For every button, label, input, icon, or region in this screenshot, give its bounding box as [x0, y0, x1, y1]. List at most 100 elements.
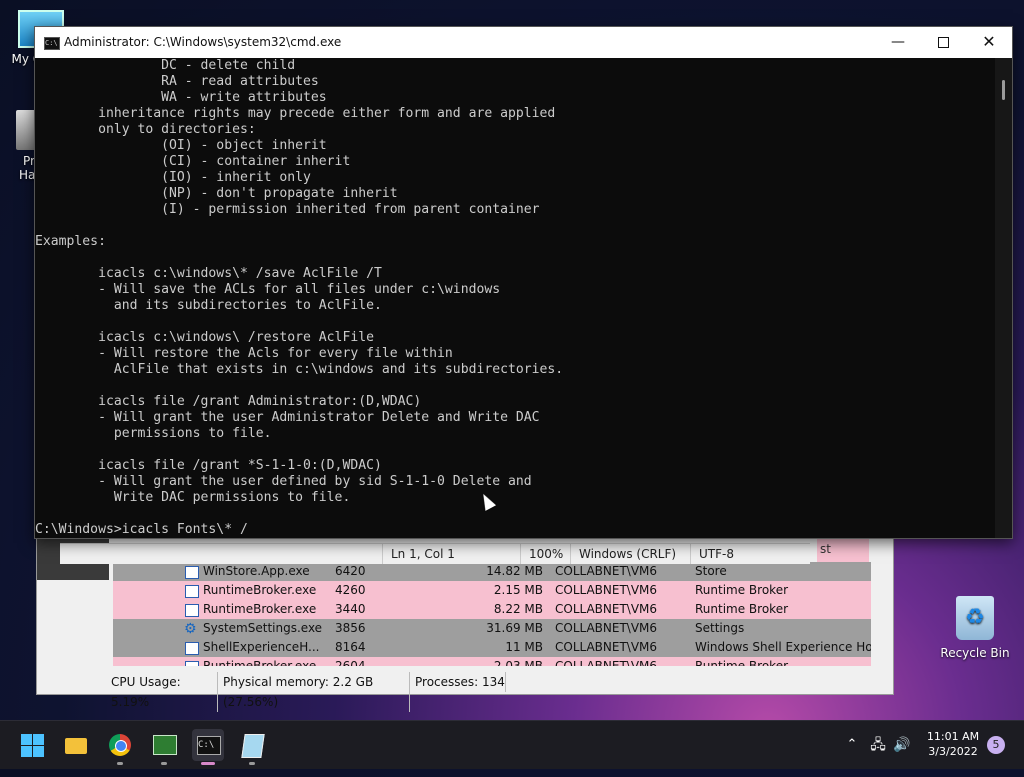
recycle-bin-desktop-icon[interactable]: ♻ Recycle Bin: [938, 596, 1012, 660]
command-prompt-title-bar[interactable]: C:\ Administrator: C:\Windows\system32\c…: [35, 27, 1012, 58]
clock-date: 3/3/2022: [928, 745, 978, 758]
process-memory: 14.82 MB: [486, 564, 543, 578]
process-pid: 3856: [335, 621, 366, 635]
process-window-icon: [185, 585, 199, 598]
taskbar-command-prompt[interactable]: C:\: [192, 729, 224, 765]
process-row[interactable]: ShellExperienceH... 8164 11 MB COLLABNET\VM…: [113, 638, 871, 657]
task-manager-icon: [153, 735, 177, 755]
clock[interactable]: 11:01 AM 3/3/2022: [920, 729, 986, 777]
process-name: SystemSettings.exe: [203, 621, 323, 635]
console-output[interactable]: DC - delete child RA - read attributes W…: [35, 58, 995, 538]
window-title: Administrator: C:\Windows\system32\cmd.e…: [64, 35, 342, 49]
start-icon-pane: [21, 746, 32, 757]
process-memory: 8.22 MB: [493, 602, 543, 616]
console-scrollbar[interactable]: [995, 58, 1012, 538]
maximize-button[interactable]: [920, 27, 966, 58]
notification-badge[interactable]: 5: [987, 736, 1005, 754]
process-user: COLLABNET\VM6: [555, 621, 658, 635]
process-window-icon: [185, 661, 199, 666]
command-prompt-icon: C:\: [44, 37, 60, 50]
process-description: Store: [695, 564, 727, 578]
console-line: (OI) - object inherit: [35, 138, 327, 153]
console-text: DC - delete child RA - read attributes W…: [35, 58, 995, 538]
zoom-status: 100%: [520, 544, 563, 564]
notepad-status-bar: Ln 1, Col 1 100% Windows (CRLF) UTF-8: [60, 543, 810, 564]
recycle-bin-label: Recycle Bin: [940, 646, 1010, 660]
process-description: Settings: [695, 621, 745, 635]
chrome-icon: [109, 734, 131, 756]
process-pid: 6420: [335, 564, 366, 578]
volume-icon[interactable]: 🔊: [892, 721, 912, 769]
process-name: RuntimeBroker.exe: [203, 602, 317, 616]
process-name: RuntimeBroker.exe: [203, 583, 317, 597]
active-indicator: [201, 762, 215, 765]
process-description: Runtime Broker: [695, 583, 789, 597]
console-line: inheritance rights may precede either fo…: [35, 106, 556, 121]
running-indicator: [249, 762, 255, 765]
process-name: WinStore.App.exe: [203, 564, 310, 578]
file-explorer-icon: [65, 738, 87, 754]
physical-memory-status: Physical memory: 2.2 GB (27.56%): [221, 672, 410, 712]
running-indicator: [161, 762, 167, 765]
console-line: (IO) - inherit only: [35, 170, 311, 185]
process-memory: 31.69 MB: [486, 621, 543, 635]
console-line: (I) - permission inherited from parent c…: [35, 202, 540, 217]
console-line: - Will save the ACLs for all files under…: [35, 282, 501, 297]
process-user: COLLABNET\VM6: [555, 583, 658, 597]
process-description: Runtime Broker: [695, 659, 789, 666]
console-line: - Will grant the user Administrator Dele…: [35, 410, 540, 425]
process-row[interactable]: RuntimeBroker.exe 2604 2.03 MB COLLABNET\VM…: [113, 657, 871, 666]
process-memory: 2.15 MB: [493, 583, 543, 597]
command-prompt-window[interactable]: C:\ Administrator: C:\Windows\system32\c…: [34, 26, 1013, 539]
taskbar: C:\ ⌃ 🖧 🔊 11:01 AM 3/3/2022 5: [0, 720, 1024, 769]
start-button[interactable]: [16, 729, 48, 761]
process-pid: 8164: [335, 640, 366, 654]
console-line: icacls file /grant Administrator:(D,WDAC…: [35, 394, 422, 409]
taskbar-file-explorer[interactable]: [60, 729, 92, 761]
process-row[interactable]: RuntimeBroker.exe 4260 2.15 MB COLLABNET\VM…: [113, 581, 871, 600]
console-line: (NP) - don't propagate inherit: [35, 186, 398, 201]
taskbar-task-manager[interactable]: [148, 729, 180, 765]
console-line: permissions to file.: [35, 426, 272, 441]
taskbar-notepad[interactable]: [236, 729, 268, 765]
start-icon-pane: [33, 734, 44, 745]
process-table-scrollbar[interactable]: [871, 562, 891, 666]
console-line: icacls c:\windows\* /save AclFile /T: [35, 266, 382, 281]
console-line: and its subdirectories to AclFile.: [35, 298, 382, 313]
minimize-button[interactable]: —: [875, 27, 921, 58]
show-hidden-icons-chevron-icon[interactable]: ⌃: [842, 721, 862, 769]
running-indicator: [117, 762, 123, 765]
notepad-icon: [241, 734, 265, 758]
process-row[interactable]: RuntimeBroker.exe 3440 8.22 MB COLLABNET\VM…: [113, 600, 871, 619]
task-manager-status-bar: CPU Usage: 5.19% Physical memory: 2.2 GB…: [109, 672, 889, 712]
process-pid: 2604: [335, 659, 366, 666]
console-scrollbar-thumb[interactable]: [1002, 80, 1005, 100]
process-name: RuntimeBroker.exe: [203, 659, 317, 666]
console-line: (CI) - container inherit: [35, 154, 351, 169]
console-line: AclFile that exists in c:\windows and it…: [35, 362, 564, 377]
settings-gear-icon: ⚙: [184, 621, 197, 637]
process-pid: 3440: [335, 602, 366, 616]
start-icon-pane: [33, 746, 44, 757]
process-row[interactable]: WinStore.App.exe 6420 14.82 MB COLLABNET\VM…: [113, 562, 871, 581]
process-table: WinStore.App.exe 6420 14.82 MB COLLABNET\VM…: [113, 562, 871, 666]
process-row[interactable]: ⚙ SystemSettings.exe 3856 31.69 MB COLLABNET…: [113, 619, 871, 638]
processes-status: Processes: 134: [413, 672, 506, 692]
console-line: RA - read attributes: [35, 74, 319, 89]
console-line: - Will grant the user defined by sid S-1…: [35, 474, 532, 489]
process-user: COLLABNET\VM6: [555, 659, 658, 666]
line-ending-status: Windows (CRLF): [570, 544, 676, 564]
console-line: Examples:: [35, 234, 106, 249]
process-window-icon: [185, 566, 199, 579]
network-icon[interactable]: 🖧: [868, 721, 888, 769]
task-manager-column-header-peek: st: [817, 538, 869, 562]
process-user: COLLABNET\VM6: [555, 602, 658, 616]
close-button[interactable]: ✕: [966, 27, 1012, 58]
process-window-icon: [185, 642, 199, 655]
process-window-icon: [185, 604, 199, 617]
taskbar-chrome[interactable]: [104, 729, 136, 765]
process-user: COLLABNET\VM6: [555, 640, 658, 654]
